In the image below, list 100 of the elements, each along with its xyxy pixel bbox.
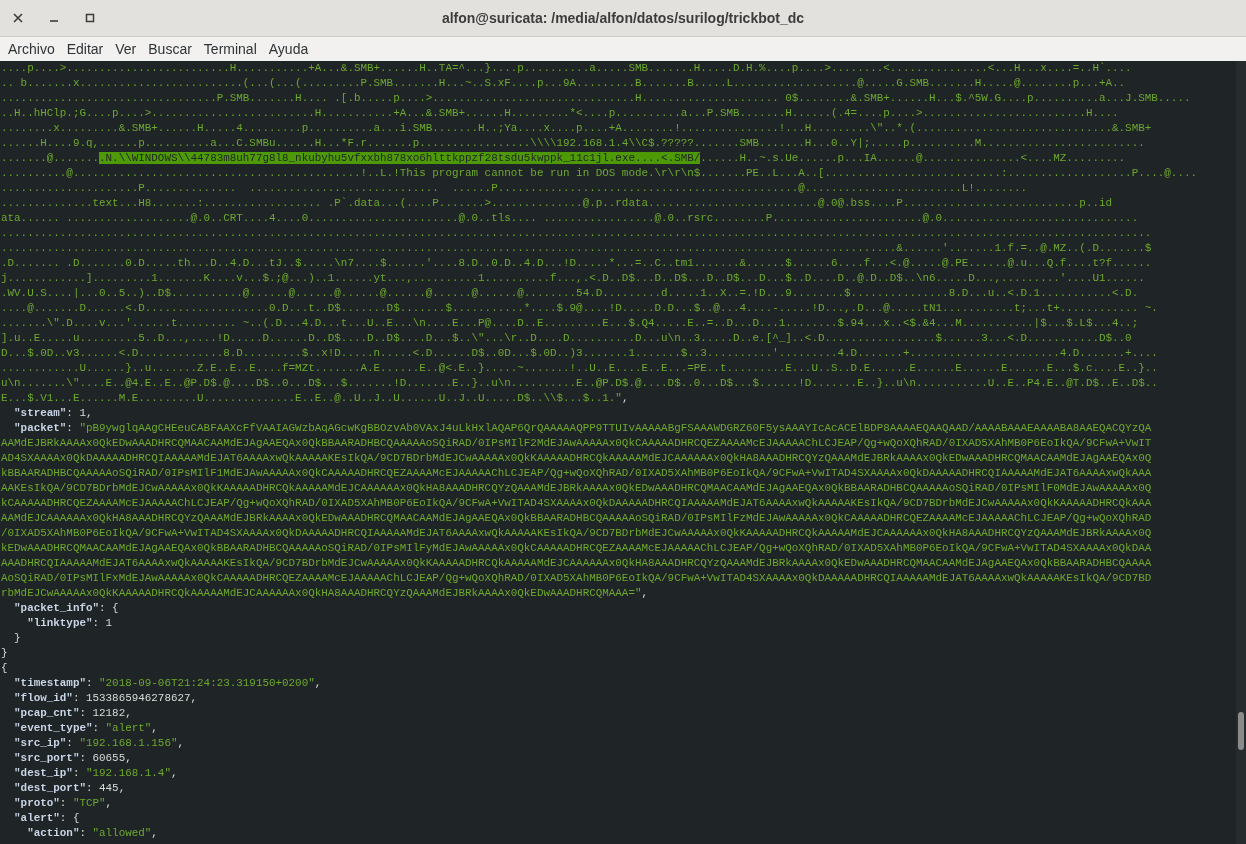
json-key: "dest_ip": [1, 767, 73, 779]
json-string: kEDwAAADHRCQMAACAAMdEJAgAAEQAx0QkBBAARADHBCQAAAAAoSQiRAD/0IPsMIlFyMdEJAwAAAAAx0QkCAAAAADHRCQEZAAAAMcEJAAAAAChLCJEAP/Qg+wQoXQhRAD/0IXAD5XAhMB0P6EoIkQA/9CFwA+VwITAD4SXAAAAx0QkDAA: [1, 542, 1152, 554]
json-punctuation: : {: [99, 602, 119, 614]
json-punctuation: :: [66, 737, 74, 749]
json-string: ......H..~.s.Ue......p...IA......@...............<....MZ.........: [700, 152, 1126, 164]
json-string: D...$.0D..v3......<.D.............8.D.........$..x!D.....n.....<.D......D$..0D...$.0D..)3.......1.......$..3..........'.........4.D.......+.......................4.D.......+....: [1, 347, 1158, 359]
json-punctuation: ,: [190, 692, 198, 704]
json-string: "2018-09-06T21:24:23.319150+0200": [99, 677, 315, 689]
json-string: "TCP": [72, 797, 106, 809]
json-string: ................................................................................................................................................................................: [1, 227, 1152, 239]
json-string: .WV.U.S....|...0..5..)..D$...........@......@......@......@......@......@......@........54.D.........d.....1..X..=.!D...9........$...............8.D...u..<.D.1...........<.D.: [1, 287, 1139, 299]
json-punctuation: ,: [151, 722, 158, 734]
json-key: "packet_info": [1, 602, 100, 614]
json-punctuation: :: [72, 692, 81, 704]
json-string: ....@.......D......<.D...................0.D...t..D$.......D$.......$...........*....$.9@....!D.....D.D...$..@...4....-.....!D...,.D...@.....tN1...........t;...t+............ ~.: [1, 302, 1158, 314]
json-punctuation: :: [66, 422, 74, 434]
scrollbar[interactable]: [1236, 61, 1246, 844]
json-punctuation: ,: [170, 767, 178, 779]
json-key: "action": [1, 827, 80, 839]
menu-item[interactable]: Ver: [109, 38, 143, 60]
json-punctuation: ,: [86, 407, 93, 419]
json-punctuation: :: [79, 707, 87, 719]
json-string: ].u..E.....u.........5..D...,....!D.....D......D..D$....D..D$....D...$..\"...\r..D....D..........D...u\n..3.....D..e.[^_]..<.D.................$......3...<.D...........D$..0: [1, 332, 1132, 344]
json-key: "stream": [1, 407, 67, 419]
json-string: j............].........1.......K....v...$.;@...)..1......yt...,..........1..........f...,.<.D..D$...D..D$...D..D$...D...$..D....D..@.D..D$..\n6.....D...,.........'....U1......: [1, 272, 1145, 284]
json-punctuation: :: [72, 767, 81, 779]
json-punctuation: }: [1, 647, 8, 659]
json-punctuation: ,: [118, 782, 126, 794]
json-string: AAADHRCQIAAAAAMdEJAT6AAAAxwQkAAAAAKEsIkQA/9CD7BDrbMdEJCwAAAAAx0QkKAAAAADHRCQkAAAAAMdEJCAAAAAAx0QkHA8AAADHRCQYzQAAAMdEJBRkAAAAx0QkEDwAAADHRCQMAACAAMdEJAgAAEQAx0QkBBAARADHBCQAAAA: [1, 557, 1152, 569]
json-string: .......\".D....v...'......t......... ~..(.D...4.D...t...U..E...\n....E...P@....D..E.........E...$.Q4.....E..=..D...D...1........$.94...x..<$.&4...M...........|$...$.L$...4..;: [1, 317, 1139, 329]
json-string: kBBAARADHBCQAAAAAoSQiRAD/0IPsMIlF1MdEJAwAAAAAx0QkCAAAAADHRCQEZAAAAMcEJAAAAAChLCJEAP/Qg+wQoXQhRAD/0IXAD5XAhMB0P6EoIkQA/9CFwA+VwITAD4SXAAAAx0QkDAAAAADHRCQIAAAAAMdEJAT6AAAAxwQkAAA: [1, 467, 1152, 479]
json-string: ....p....>.........................H...........+A...&.SMB+......H..TA=^...}....p..........a.....SMB.......H.....D.H.%....p....>........<...............<...H...x....=..H`....: [1, 62, 1132, 74]
menu-item[interactable]: Ayuda: [262, 38, 315, 60]
json-number: 445: [99, 782, 119, 794]
search-match: .N.\\WINDOWS\\44783m8uh77g8l8_nkubyhu5vfxxbh878xo6hlttkppzf28tsdu5kwppk_11c1jl.exe....<.SMB/: [99, 152, 701, 164]
json-punctuation: ,: [641, 587, 649, 599]
json-punctuation: ,: [177, 737, 185, 749]
json-string: "alert": [105, 722, 152, 734]
json-string: AAMdEJCAAAAAAx0QkHA8AAADHRCQYzQAAAMdEJBRkAAAAx0QkEDwAAADHRCQMAACAAMdEJAgAAEQAx0QkBBAARADHBCQAAAAAoSQiRAD/0IPsMIlFzMdEJAwAAAAAx0QkCAAAAADHRCQEZAAAAMcEJAAAAAChLCJEAP/Qg+wQoXQhRAD: [1, 512, 1152, 524]
json-punctuation: :: [85, 677, 94, 689]
json-key: "pcap_cnt": [1, 707, 80, 719]
json-string: .....................P.............. ............................. ......P..............................................@........................L!........: [1, 182, 1028, 194]
menu-item[interactable]: Editar: [60, 38, 110, 60]
json-number: 1533865946278627: [85, 692, 191, 704]
menu-item[interactable]: Terminal: [197, 38, 263, 60]
json-punctuation: ,: [125, 752, 132, 764]
json-string: .................................P.SMB.......H.... .[.b.....p....>...............................H..................... 0$........&.SMB+......H...$.^5W.G....p..........a...J.SMB.....: [1, 92, 1191, 104]
json-key: "alert": [1, 812, 60, 824]
json-key: "packet": [1, 422, 67, 434]
json-string: AAMdEJBRkAAAAx0QkEDwAAADHRCQMAACAAMdEJAgAAEQAx0QkBBAARADHBCQAAAAAoSQiRAD/0IPsMIlF2MdEJAwAAAAAx0QkCAAAAADHRCQEZAAAAMcEJAAAAAChLCJEAP/Qg+wQoXQhRAD/0IXAD5XAhMB0P6EoIkQA/9CFwA+VwIT: [1, 437, 1152, 449]
json-key: "proto": [1, 797, 60, 809]
json-string: ........x.........&.SMB+......H.....4.........p..........a...i.SMB.......H..;Ya....x....p....+A........!...............!...H.........\"..*.(..............................&.SMB+: [1, 122, 1152, 134]
json-string: "allowed": [92, 827, 152, 839]
json-punctuation: {: [1, 662, 8, 674]
json-string: ......H....9.q,......p..........a...C.SMBu......H...*F.r.......p.................\\\\192.168.1.4\\C$.?????.......SMB.......H...0..Y|;.....p..........M.........................: [1, 137, 1145, 149]
json-number: 12182: [92, 707, 126, 719]
json-punctuation: : {: [59, 812, 80, 824]
scrollbar-thumb[interactable]: [1238, 712, 1244, 750]
json-string: .........................................................................................................................................&......'.......1.f.=..@.MZ..(.D.......$: [1, 242, 1152, 254]
json-string: "pB9ywglqAAgCHEeuCABFAAXcFfVAAIAGWzbAqAGcwKgBBOzvAb0VAxJ4uLkHxlAQAP6QrQAAAAAQPP9TTUIvAAAAABgFSAAAWDGRZ60F5ysAAAYIcAcACElBDP8AAAAEQAAQAAD/AAAABAAAEAAAABA8AAEQACQYzQA: [79, 422, 1152, 434]
window-title: alfon@suricata: /media/alfon/datos/surilog/trickbot_dc: [441, 8, 805, 28]
json-punctuation: ,: [314, 677, 322, 689]
json-punctuation: :: [66, 407, 74, 419]
json-string: u\n.......\"....E..@4.E..E..@P.D$.@....D$..0...D$...$.......!D.......E..}..u\n..........E..@P.D$.@....D$..0...D$...$......!D.......E..}..u\n...........U..E..P4.E..@T.D$..E..D$..: [1, 377, 1158, 389]
json-string: .D....... .D.......0.D.....th...D..4.D...tJ..$.....\n7....$......'....8.D..0.D..4.D...!D.....*...=..C..tm1.......&......$......6....f...<.@.....@.PE......@.u...Q.f....t?f......: [1, 257, 1152, 269]
json-number: 1: [105, 617, 113, 629]
json-string: .. b.......x.........................(...(...(.........P.SMB.......H...~..S.xF....p...9A.........B.......B.....L...................@.....G.SMB.......H.....@........p...+A..: [1, 77, 1126, 89]
json-punctuation: ,: [125, 707, 132, 719]
json-key: "src_port": [1, 752, 80, 764]
json-string: ..H..hHClp.;G....p....>.........................H...........+A...&.SMB+......H.........*<....p..........a...P.SMB.......H......(.4=....p....>.........................H....: [1, 107, 1119, 119]
json-key: "src_ip": [1, 737, 67, 749]
json-string: /0IXAD5XAhMB0P6EoIkQA/9CFwA+VwITAD4SXAAAAx0QkDAAAAADHRCQIAAAAAMdEJAT6AAAAxwQkAAAAAKEsIkQA/9CD7BDrbMdEJCwAAAAAx0QkKAAAAADHRCQkAAAAAMdEJCAAAAAAx0QkHA8AAADHRCQYzQAAAMdEJBRkAAAAx0Q: [1, 527, 1152, 539]
json-string: .......@.......: [1, 152, 100, 164]
json-punctuation: :: [92, 617, 101, 629]
json-string: kCAAAAADHRCQEZAAAAMcEJAAAAAChLCJEAP/Qg+wQoXQhRAD/0IXAD5XAhMB0P6EoIkQA/9CFwA+VwITAD4SXAAAAx0QkDAAAAADHRCQIAAAAAMdEJAT6AAAAxwQkAAAAAKEsIkQA/9CD7BDrbMdEJCwAAAAAx0QkKAAAAADHRCQkAAA: [1, 497, 1152, 509]
json-punctuation: :: [85, 782, 94, 794]
json-punctuation: :: [79, 752, 87, 764]
json-string: E...$.V1...E......M.E.........U..............E..E..@..U..J..U......U..J..U.....D$..\\$...$..1.": [1, 392, 622, 404]
json-key: "flow_id": [1, 692, 73, 704]
menu-item[interactable]: Archivo: [2, 38, 61, 60]
json-punctuation: }: [13, 632, 21, 644]
json-key: "linktype": [1, 617, 93, 629]
menu-item[interactable]: Buscar: [142, 38, 198, 60]
json-string: "192.168.1.156": [79, 737, 178, 749]
json-string: rbMdEJCwAAAAAx0QkKAAAAADHRCQkAAAAAMdEJCAAAAAAx0QkHA8AAADHRCQYzQAAAMdEJBRkAAAAx0QkEDwAAADHRCQMAAA=": [1, 587, 642, 599]
json-string: AoSQiRAD/0IPsMIlFxMdEJAwAAAAAx0QkCAAAAADHRCQEZAAAAMcEJAAAAAChLCJEAP/Qg+wQoXQhRAD/0IXAD5XAhMB0P6EoIkQA/9CFwA+VwITAD4SXAAAAx0QkDAAAAADHRCQIAAAAAMdEJAT6AAAAxwQkAAAAAKEsIkQA/9CD7BD: [1, 572, 1152, 584]
json-punctuation: :: [92, 722, 101, 734]
json-string: ata...... ...................@.0..CRT....4....0.......................@.0..tls.... .................@.0..rsrc........P.......................@.0..............................: [1, 212, 1139, 224]
json-string: ............U......}..u.......Z.E..E..E....f=MZt.......A.E......E..@<.E..}.....~.......!..U..E....E..E...=PE..t.........E...U..S..D.E......E......E......E......E...$.c....E..}..: [1, 362, 1158, 374]
json-punctuation: ,: [105, 797, 113, 809]
json-key: "timestamp": [1, 677, 86, 689]
json-string: ..............text...H8.......:.................. .P`.data...(....P.......>..............@.p..rdata..........................@.0@.bss....P...........................p..id: [1, 197, 1113, 209]
json-key: "dest_port": [1, 782, 86, 794]
json-string: AD4SXAAAAx0QkDAAAAADHRCQIAAAAAMdEJAT6AAAAxwQkAAAAAKEsIkQA/9CD7BDrbMdEJCwAAAAAx0QkKAAAAADHRCQkAAAAAMdEJCAAAAAAx0QkHA8AAADHRCQYzQAAAMdEJBRkAAAAx0QkEDwAAADHRCQMAACAAMdEJAgAAEQAx0Q: [1, 452, 1152, 464]
json-number: 1: [79, 407, 86, 419]
json-number: 60655: [92, 752, 126, 764]
json-punctuation: ,: [151, 827, 158, 839]
json-string: ..........@............................................!..L.!This program cannot be run in DOS mode.\r\r\n$.......PE..L...A..[...........................:...................P....@....: [1, 167, 1197, 179]
json-punctuation: ,: [621, 392, 629, 404]
json-string: AAKEsIkQA/9CD7BDrbMdEJCwAAAAAx0QkKAAAAADHRCQkAAAAAMdEJCAAAAAAx0QkHA8AAADHRCQYzQAAAMdEJBRkAAAAx0QkEDwAAADHRCQMAACAAMdEJAgAAEQAx0QkBBAARADHBCQAAAAAoSQiRAD/0IPsMIlF0MdEJAwAAAAAx0Q: [1, 482, 1152, 494]
